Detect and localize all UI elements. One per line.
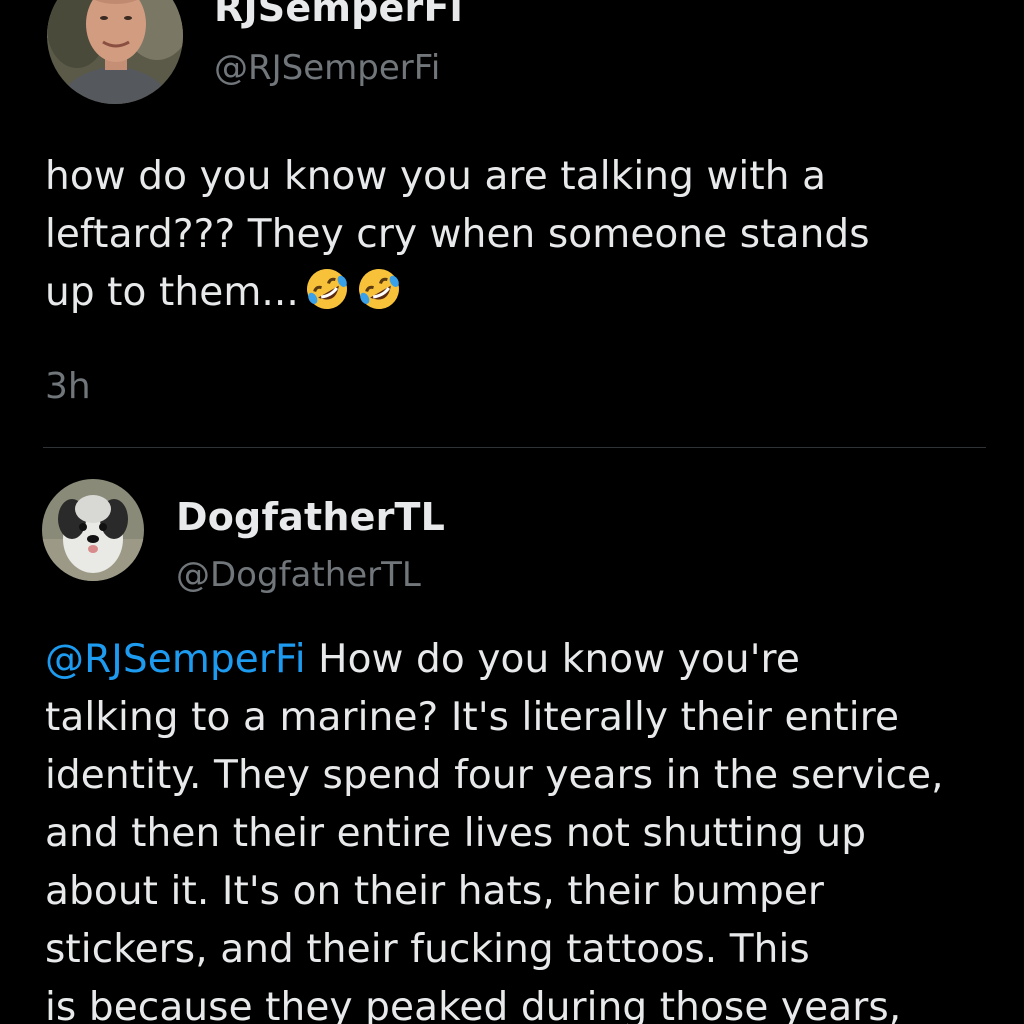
tweet-timestamp[interactable]: 3h [45,366,91,407]
tweet-text-line: up to them... [45,264,985,322]
user-handle[interactable]: @DogfatherTL [176,555,421,595]
tweet-text-line: leftard??? They cry when someone stands [45,212,870,257]
tweet-text-line: and then their entire lives not shutting… [45,811,867,856]
tweet-text: @RJSemperFi How do you know you're talki… [45,631,985,1024]
divider [43,447,986,448]
user-handle[interactable]: @RJSemperFi [214,48,440,88]
avatar-rjsemperfi[interactable] [47,0,183,104]
tweet-rjsemperfi[interactable]: RJSemperFi @RJSemperFi how do you know y… [0,0,1024,448]
tweet-text: how do you know you are talking with a l… [45,148,985,322]
tweet-dogfathertl[interactable]: DogfatherTL @DogfatherTL @RJSemperFi How… [0,449,1024,1024]
display-name[interactable]: DogfatherTL [176,495,445,539]
rolling-on-floor-laughing-emoji-icon [358,269,399,309]
tweet-text-line: about it. It's on their hats, their bump… [45,869,825,914]
tweet-text-line: stickers, and their fucking tattoos. Thi… [45,927,810,972]
tweet-text-line: how do you know you are talking with a [45,154,827,199]
tweet-text-line: @RJSemperFi How do you know you're [45,631,985,689]
tweet-text-line: identity. They spend four years in the s… [45,753,944,798]
tweet-text-line-end: up to them... [45,270,299,315]
profile-photo-dog-icon [42,479,144,581]
tweet-text-line: is because they peaked during those year… [45,985,902,1024]
rolling-on-floor-laughing-emoji-icon [306,269,347,309]
tweet-text-line-rest: How do you know you're [305,637,800,682]
tweet-text-line: talking to a marine? It's literally thei… [45,695,900,740]
mention-link[interactable]: @RJSemperFi [45,637,306,682]
profile-photo-man-icon [47,0,183,104]
avatar-dogfathertl[interactable] [42,479,144,581]
display-name[interactable]: RJSemperFi [214,0,463,30]
